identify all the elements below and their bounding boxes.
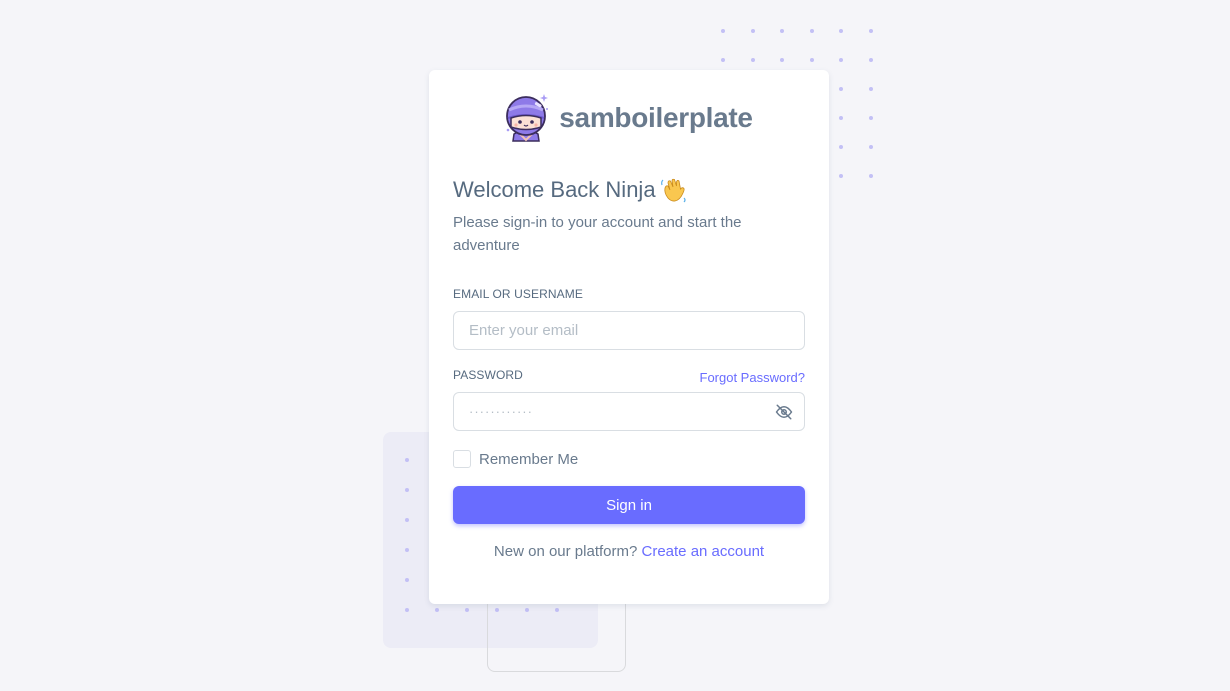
decorative-dot [405,548,409,552]
email-input[interactable] [453,311,805,350]
decorative-dot [809,29,814,33]
login-card: samboilerplate Welcome Back Ninja Please… [429,70,829,604]
signup-prompt: New on our platform? Create an account [429,543,829,560]
decorative-dot [465,608,469,612]
login-page: samboilerplate Welcome Back Ninja Please… [0,0,1230,691]
decorative-dot [809,58,814,62]
decorative-dot [555,608,559,612]
signup-prompt-text: New on our platform? [493,543,638,560]
decorative-dot [839,58,843,62]
page-title: Welcome Back Ninja [453,176,688,204]
decorative-dot [868,58,873,62]
email-label: EMAIL OR USERNAME [453,287,583,301]
brand-name: samboilerplate [559,102,753,133]
decorative-dot [405,578,409,582]
decorative-dot [405,488,409,492]
remember-me-label: Remember Me [479,450,579,468]
decorative-dot [868,174,873,178]
waving-hand-icon [660,178,686,203]
decorative-dot [868,87,873,91]
brand[interactable]: samboilerplate [429,92,829,144]
decorative-dot [839,29,843,33]
decorative-dot [868,29,873,33]
forgot-password-link[interactable]: Forgot Password? [700,370,806,385]
decorative-dot [405,518,409,522]
password-input[interactable] [453,392,805,431]
decorative-dot [721,58,725,62]
decorative-dot [839,116,843,120]
ninja-mascot-icon [506,94,549,142]
eye-off-icon[interactable] [775,403,793,421]
decorative-dot [750,58,755,62]
decorative-dot [780,29,784,33]
decorative-dot [839,174,843,178]
create-account-link[interactable]: Create an account [642,543,765,560]
decorative-dot [750,29,755,33]
remember-me-checkbox[interactable] [453,450,471,468]
decorative-dot [868,116,873,120]
decorative-dot [780,58,784,62]
decorative-dot [435,608,439,612]
password-field [453,392,805,431]
decorative-dot [721,29,725,33]
welcome-title-text: Welcome Back Ninja [453,177,656,202]
welcome-subtitle: Please sign-in to your account and start… [453,214,742,254]
decorative-dot [405,608,409,612]
decorative-dot [405,458,409,462]
decorative-dot [525,608,529,612]
sign-in-button[interactable]: Sign in [453,486,805,524]
remember-me[interactable]: Remember Me [453,450,578,468]
decorative-dot [839,87,843,91]
decorative-dot [868,145,873,149]
password-label: PASSWORD [453,368,523,382]
decorative-dot [839,145,843,149]
decorative-dot [495,608,499,612]
